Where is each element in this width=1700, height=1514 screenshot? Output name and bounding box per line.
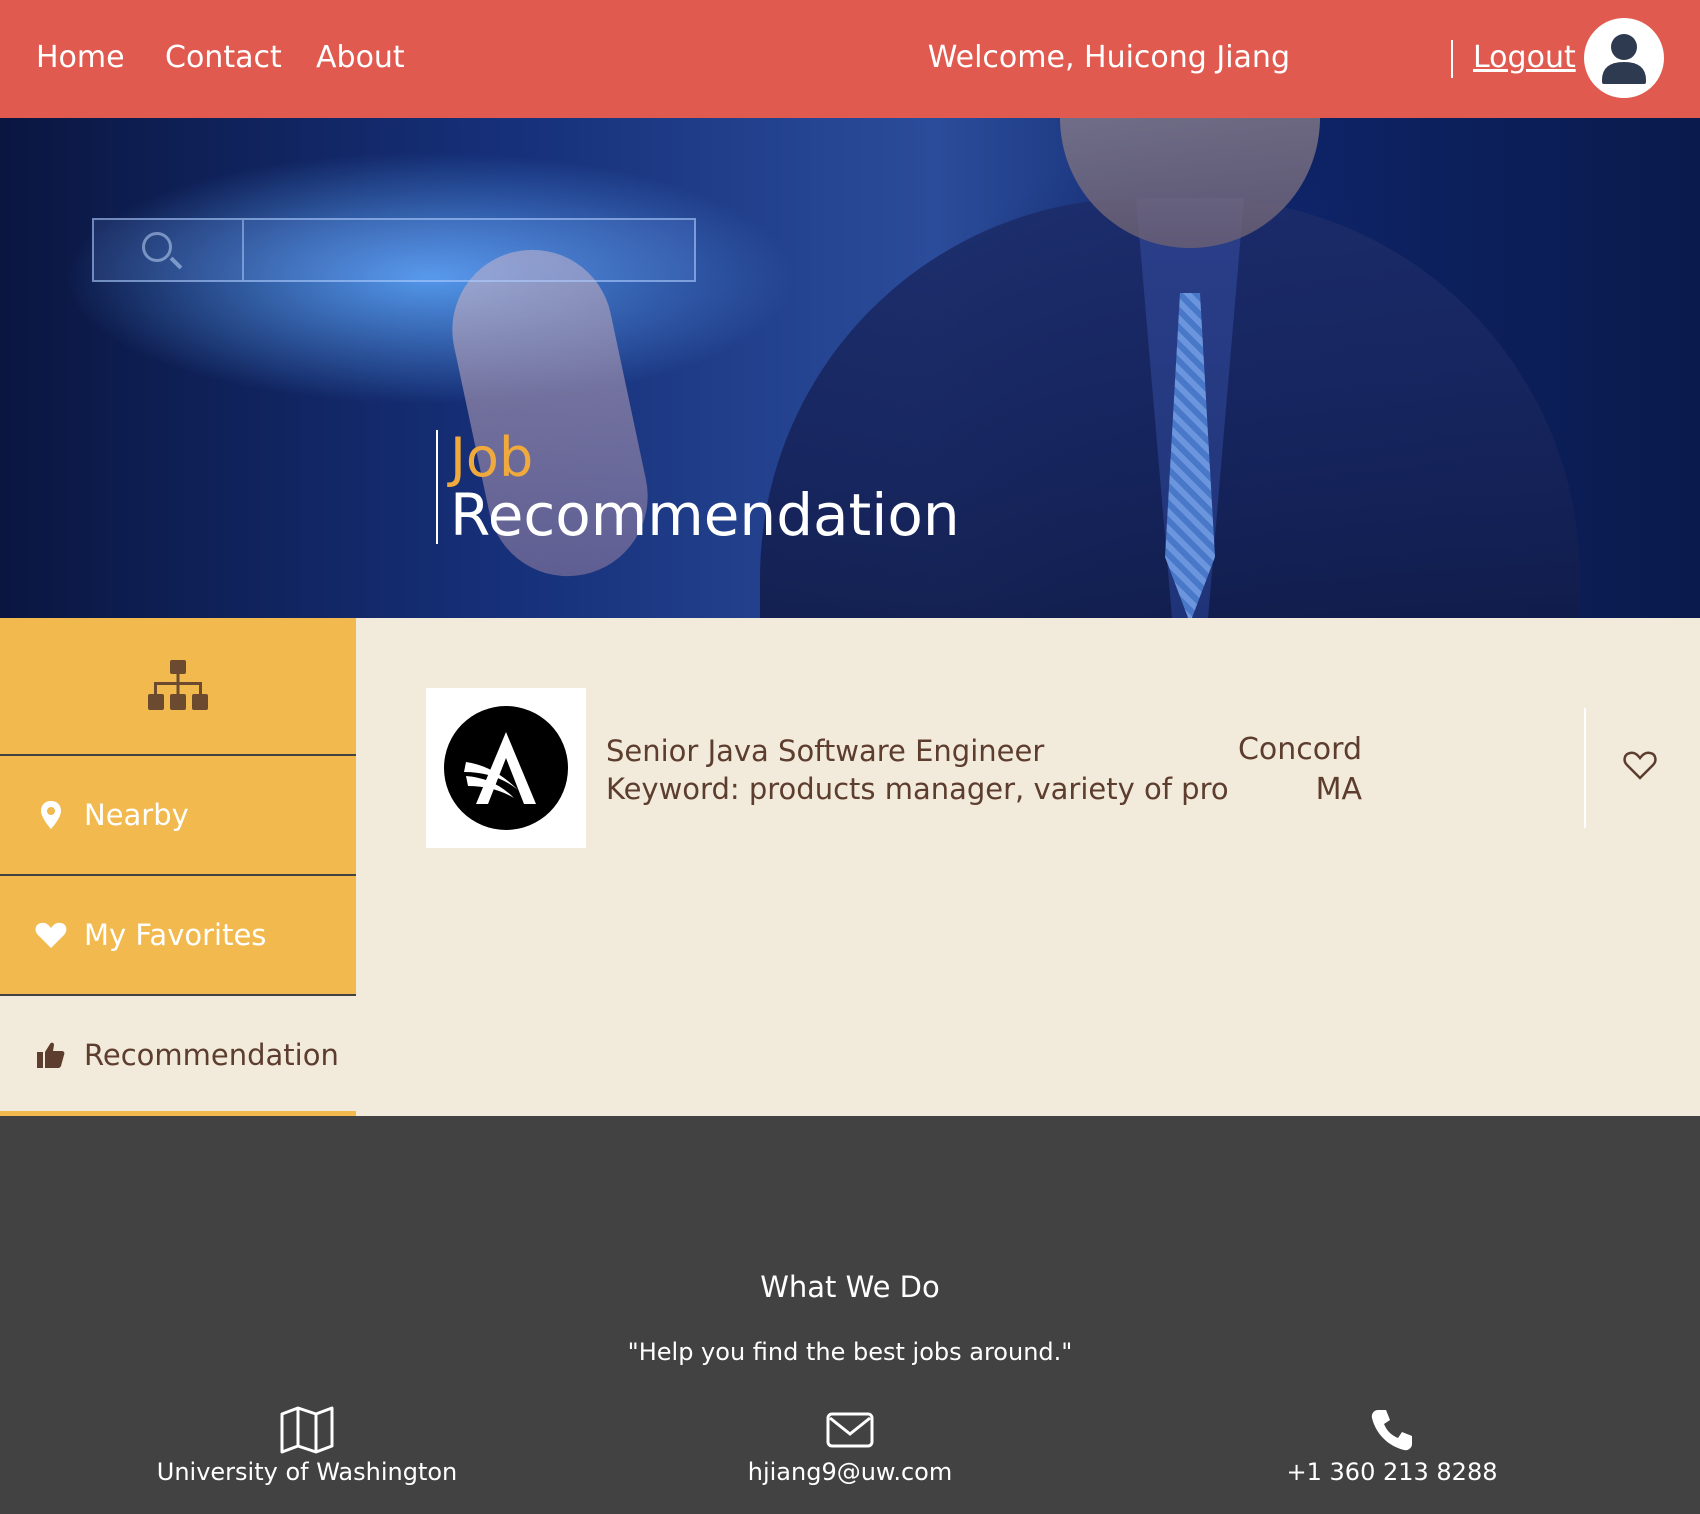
job-divider xyxy=(1584,708,1586,828)
company-logo-icon xyxy=(464,732,536,804)
map-icon xyxy=(280,1406,334,1454)
favorite-button[interactable] xyxy=(1622,748,1658,782)
contact-phone: +1 360 213 8288 xyxy=(1192,1406,1592,1486)
page-title-line1: Job xyxy=(450,426,534,489)
thumbs-up-icon xyxy=(34,1038,68,1072)
footer-quote: "Help you find the best jobs around." xyxy=(627,1338,1073,1366)
job-list: Senior Java Software Engineer Keyword: p… xyxy=(356,618,1700,1116)
contact-phone-text[interactable]: +1 360 213 8288 xyxy=(1287,1458,1498,1486)
sidebar-item-label: My Favorites xyxy=(84,918,267,952)
hero-image-searchbar xyxy=(92,218,696,282)
company-logo[interactable] xyxy=(426,688,586,848)
avatar[interactable] xyxy=(1584,18,1664,98)
nav-about-link[interactable]: About xyxy=(316,40,405,75)
magnifier-icon xyxy=(142,232,172,262)
user-icon xyxy=(1602,34,1646,84)
sidebar-item-label: Nearby xyxy=(84,798,189,832)
nav-divider xyxy=(1451,40,1453,78)
contact-address: University of Washington xyxy=(107,1406,507,1486)
contact-email-text[interactable]: hjiang9@uw.com xyxy=(748,1458,953,1486)
sidebar-item-nearby[interactable]: Nearby xyxy=(0,756,356,874)
nav-home-link[interactable]: Home xyxy=(36,40,125,75)
sidebar-item-label: Recommendation xyxy=(84,1038,339,1072)
footer: What We Do "Help you find the best jobs … xyxy=(0,1116,1700,1514)
page-title: Job Recommendation xyxy=(436,430,960,544)
list-item: Senior Java Software Engineer Keyword: p… xyxy=(426,688,1696,848)
sidebar-header-sitemap[interactable] xyxy=(0,618,356,754)
top-nav: Home Contact About Welcome, Huicong Jian… xyxy=(0,0,1700,118)
heart-icon xyxy=(34,918,68,952)
heart-outline-icon xyxy=(1623,751,1657,780)
nav-contact-link[interactable]: Contact xyxy=(165,40,282,75)
job-city: Concord xyxy=(1237,732,1362,767)
job-location: Concord MA xyxy=(1238,730,1362,810)
contact-email: hjiang9@uw.com xyxy=(650,1406,1050,1486)
sidebar-item-recommendation[interactable]: Recommendation xyxy=(0,996,356,1116)
contact-address-text: University of Washington xyxy=(156,1458,458,1486)
logout-link[interactable]: Logout xyxy=(1473,40,1576,75)
job-state: MA xyxy=(1315,772,1362,807)
page-title-line2: Recommendation xyxy=(450,481,960,549)
map-pin-icon xyxy=(34,798,68,832)
job-keywords: Keyword: products manager, variety of pr… xyxy=(606,772,1228,806)
footer-title: What We Do xyxy=(760,1270,940,1304)
company-logo-circle xyxy=(444,706,568,830)
phone-icon xyxy=(1371,1410,1412,1451)
job-title[interactable]: Senior Java Software Engineer xyxy=(606,734,1044,768)
envelope-icon xyxy=(826,1412,874,1448)
searchbar-divider xyxy=(242,220,244,280)
sitemap-icon xyxy=(148,660,208,710)
sidebar-item-favorites[interactable]: My Favorites xyxy=(0,876,356,994)
welcome-text: Welcome, Huicong Jiang xyxy=(927,40,1290,75)
hero-banner: Job Recommendation xyxy=(0,118,1700,618)
